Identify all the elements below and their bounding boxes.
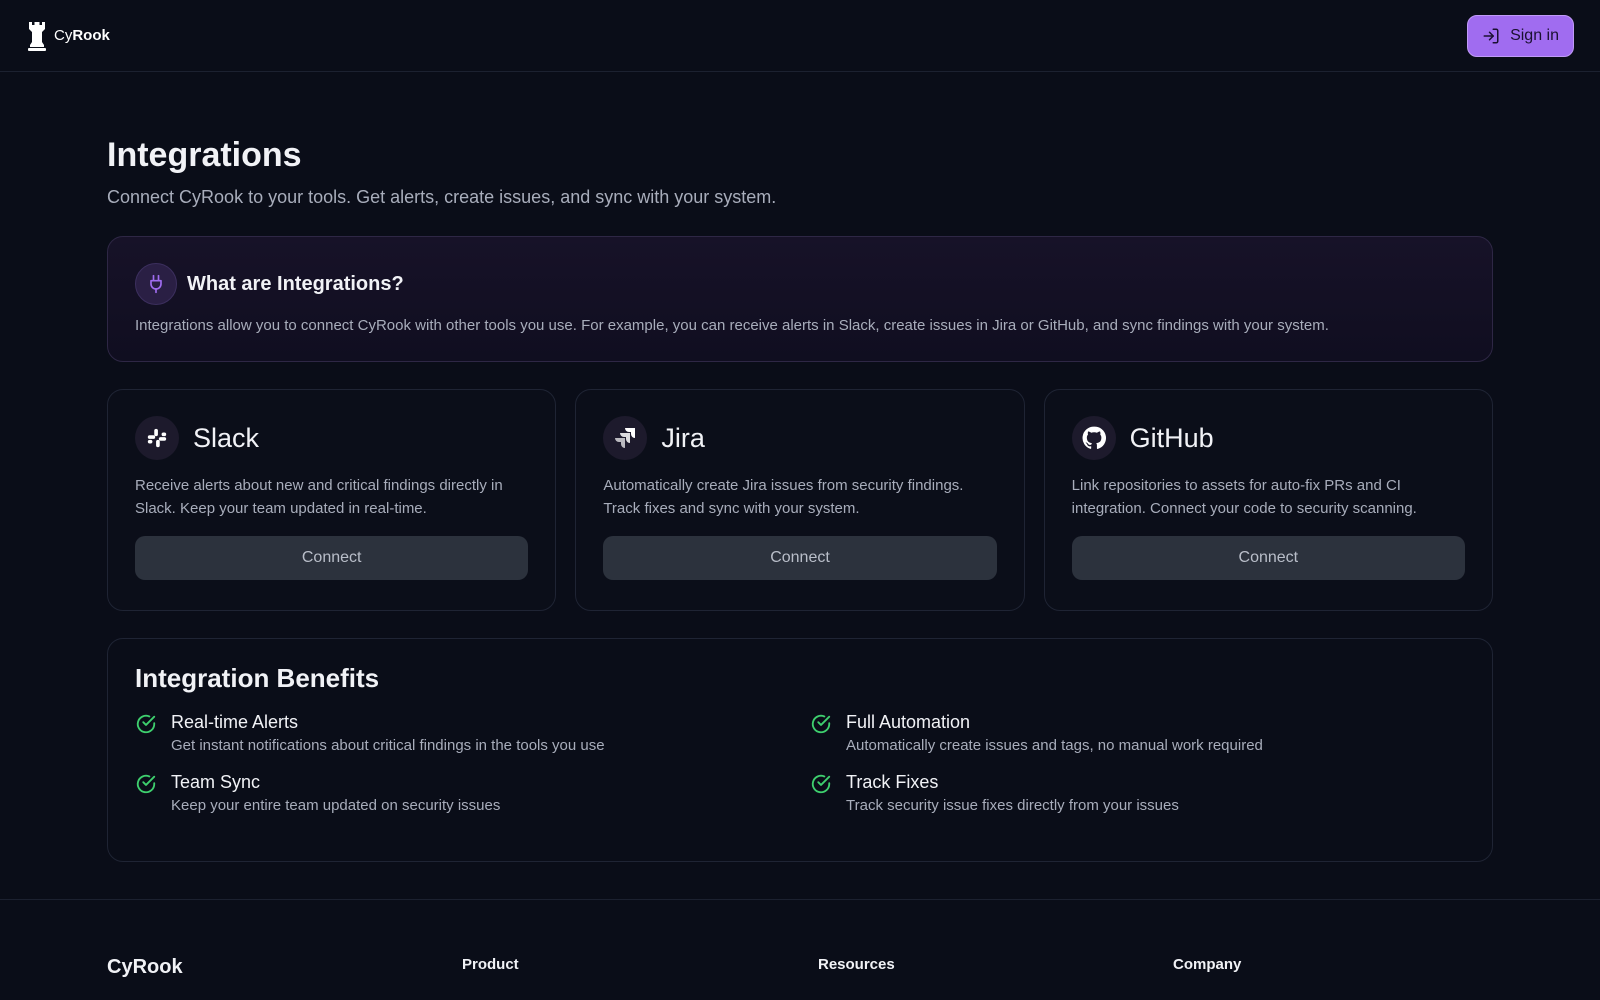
benefit-title: Track Fixes [846,772,939,792]
rook-icon [28,21,46,51]
brand-logo[interactable]: CyRook [26,20,110,52]
benefit-title: Real-time Alerts [171,712,299,732]
benefit-description: Get instant notifications about critical… [171,737,605,754]
integration-card-github: GitHub Link repositories to assets for a… [1043,389,1493,611]
check-circle-icon [136,774,156,794]
benefit-description: Keep your entire team updated on securit… [171,797,501,814]
brand-name: CyRook [54,27,110,44]
footer-column-resources: Resources [818,956,895,991]
jira-icon [603,416,648,460]
page-subtitle: Connect CyRook to your tools. Get alerts… [107,187,777,207]
benefit-title: Full Automation [846,712,971,732]
benefit-item: Real-time Alerts Get instant notificatio… [135,712,810,754]
card-title: Jira [661,422,705,453]
check-circle-icon [811,714,831,734]
integration-benefits-panel: Integration Benefits Real-time Alerts Ge… [107,638,1493,862]
integrations-info-panel: What are Integrations? Integrations allo… [107,236,1493,362]
footer-column-product: Product [462,956,519,991]
check-circle-icon [136,714,156,734]
page-title: Integrations [107,136,302,174]
footer-column-company: Company [1173,956,1241,991]
sign-in-label: Sign in [1510,26,1559,44]
benefit-item: Full Automation Automatically create iss… [810,712,1465,754]
footer-brand: CyRook [107,956,183,978]
integration-card-slack: Slack Receive alerts about new and criti… [107,389,557,611]
top-navbar: CyRook Sign in [0,0,1600,72]
info-text: Integrations allow you to connect CyRook… [135,317,1329,334]
sign-in-icon [1483,28,1499,43]
connect-jira-button[interactable]: Connect [603,536,997,580]
card-title: Slack [193,422,260,453]
check-circle-icon [811,774,831,794]
connect-github-button[interactable]: Connect [1071,536,1465,580]
integration-cards: Slack Receive alerts about new and criti… [107,389,1493,611]
github-icon [1071,416,1116,460]
plug-icon [135,263,177,305]
benefit-description: Track security issue fixes directly from… [846,797,1179,814]
sign-in-button[interactable]: Sign in [1467,14,1574,57]
benefit-item: Track Fixes Track security issue fixes d… [810,772,1465,814]
benefit-item: Team Sync Keep your entire team updated … [135,772,810,814]
info-title: What are Integrations? [187,272,404,295]
footer-column-heading: Resources [818,956,895,973]
footer-column-heading: Product [462,956,519,973]
footer-column-heading: Company [1173,956,1242,973]
benefit-title: Team Sync [171,772,261,792]
connect-slack-button[interactable]: Connect [135,536,529,580]
benefit-description: Automatically create issues and tags, no… [846,737,1263,754]
card-title: GitHub [1129,422,1214,453]
card-description: Receive alerts about new and critical fi… [135,477,503,517]
integration-card-jira: Jira Automatically create Jira issues fr… [575,389,1025,611]
card-description: Automatically create Jira issues from se… [603,477,964,517]
slack-icon [135,416,179,460]
card-description: Link repositories to assets for auto-fix… [1071,477,1417,517]
page-footer: CyRook Product Resources Company [0,899,1600,1000]
benefits-title: Integration Benefits [135,663,380,693]
main-content: Integrations Connect CyRook to your tool… [0,72,1600,862]
